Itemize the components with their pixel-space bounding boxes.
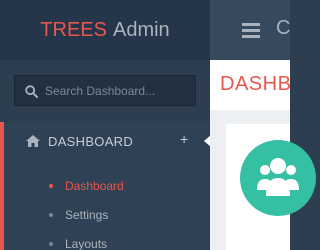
sub-item-label: Dashboard [65,179,124,193]
header-partial-text: C [276,17,291,39]
hamburger-icon[interactable] [242,23,260,38]
sub-item-settings[interactable]: Settings [0,203,210,227]
sub-item-label: Settings [65,208,109,222]
top-header: C [210,0,290,60]
main-content: DASHB [210,60,316,250]
search-input[interactable] [45,76,193,105]
page-title-bar: DASHB [210,60,292,110]
plus-icon[interactable]: + [180,132,188,146]
users-badge [240,140,316,216]
bullet-icon [49,213,53,217]
bullet-icon [49,242,53,246]
search-box [14,75,196,106]
users-icon [257,158,299,196]
sub-item-label: Layouts [65,237,108,250]
sidebar: TREES Admin DASHBOARD + Dashboard Settin… [0,0,211,250]
nav-item-dashboard[interactable]: DASHBOARD + [0,122,211,160]
brand-suffix: Admin [112,18,170,41]
home-icon [26,135,40,147]
sub-item-dashboard[interactable]: Dashboard [0,174,210,198]
bullet-icon [49,184,53,188]
brand-logo[interactable]: TREES Admin [0,0,210,60]
stat-card [226,124,316,250]
nav-item-label: DASHBOARD [48,134,134,149]
page-title: DASHB [220,73,292,95]
search-icon[interactable] [25,85,38,98]
nav-section-dashboard: DASHBOARD + Dashboard Settings Layouts [0,122,211,250]
brand-name: TREES [40,18,107,41]
sub-item-layouts[interactable]: Layouts [0,232,210,250]
